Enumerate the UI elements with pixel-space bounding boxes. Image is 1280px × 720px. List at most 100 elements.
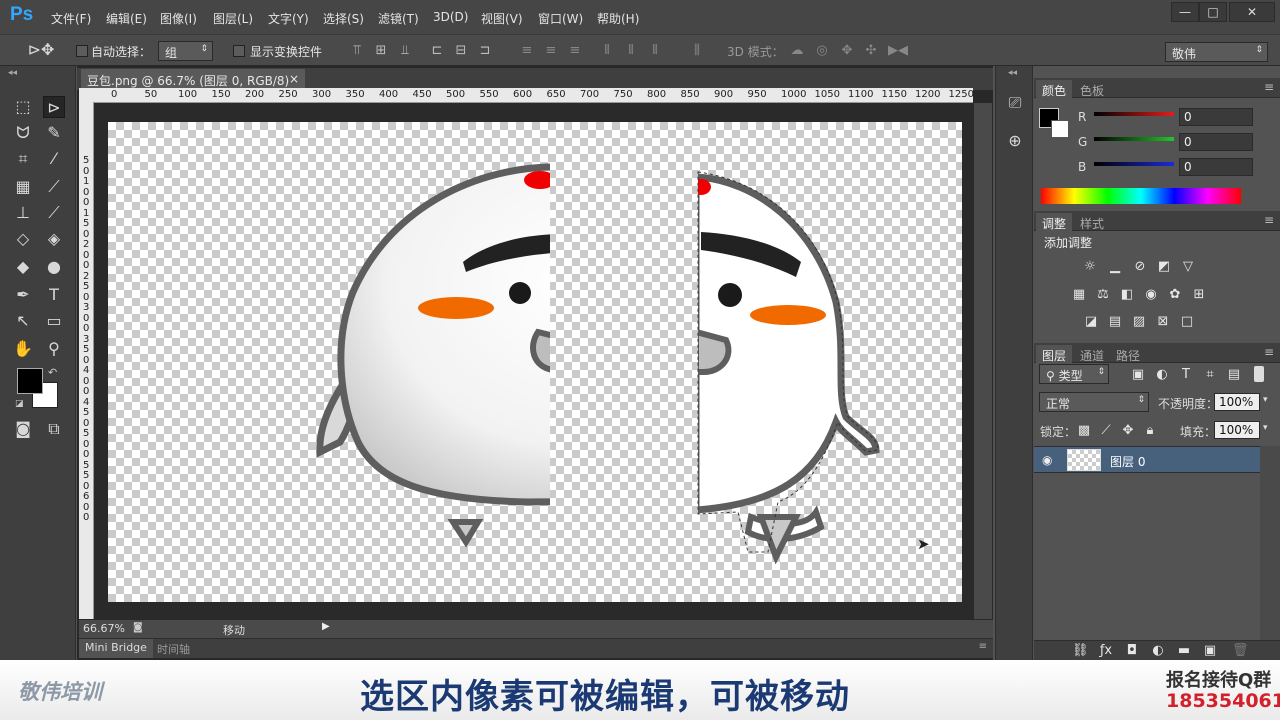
panel-menu-icon[interactable]: ≡ bbox=[1264, 80, 1274, 94]
tab-color[interactable]: 颜色 bbox=[1036, 80, 1073, 98]
layers-scrollbar[interactable] bbox=[1260, 446, 1280, 640]
menu-layer[interactable]: 图层(L) bbox=[213, 10, 253, 27]
brush-tool-icon[interactable]: ⟋ bbox=[43, 176, 65, 198]
fill-input[interactable]: 100% bbox=[1214, 421, 1260, 439]
filter-smart-icon[interactable]: ▤ bbox=[1226, 368, 1242, 382]
show-transform-checkbox[interactable] bbox=[233, 45, 245, 57]
close-tab-icon[interactable]: × bbox=[289, 72, 299, 86]
shape-tool-icon[interactable]: ▭ bbox=[43, 310, 65, 332]
menu-file[interactable]: 文件(F) bbox=[51, 10, 91, 27]
color-balance-icon[interactable]: ⚖ bbox=[1095, 288, 1111, 302]
add-mask-icon[interactable]: ◘ bbox=[1124, 644, 1140, 658]
menu-select[interactable]: 选择(S) bbox=[323, 10, 364, 27]
tab-timeline[interactable]: 时间轴 bbox=[157, 641, 190, 657]
type-tool-icon[interactable]: T bbox=[43, 284, 65, 306]
tab-swatches[interactable]: 色板 bbox=[1074, 80, 1110, 98]
align-hcenter-icon[interactable]: ⊟ bbox=[454, 44, 468, 58]
vertical-scrollbar[interactable] bbox=[974, 103, 992, 619]
invert-icon[interactable]: ◪ bbox=[1083, 315, 1099, 329]
panel-menu-icon[interactable]: ≡ bbox=[1264, 345, 1274, 359]
history-panel-icon[interactable]: ⎚ bbox=[1004, 92, 1026, 114]
lock-all-icon[interactable]: 🔒︎ bbox=[1142, 424, 1158, 438]
layer-name[interactable]: 图层 0 bbox=[1110, 453, 1145, 470]
zoom-tool-icon[interactable]: ⚲ bbox=[43, 338, 65, 360]
channel-mixer-icon[interactable]: ✿ bbox=[1167, 288, 1183, 302]
menu-3d[interactable]: 3D(D) bbox=[433, 10, 468, 24]
tab-layers[interactable]: 图层 bbox=[1036, 345, 1073, 363]
channel-g-slider[interactable] bbox=[1094, 137, 1174, 141]
levels-icon[interactable]: ▁ bbox=[1107, 260, 1123, 274]
photo-filter-icon[interactable]: ◉ bbox=[1143, 288, 1159, 302]
align-top-icon[interactable]: ⫪ bbox=[350, 44, 364, 58]
distribute-top-icon[interactable]: ≡ bbox=[520, 44, 534, 58]
channel-b-value[interactable]: 0 bbox=[1179, 158, 1253, 176]
visibility-eye-icon[interactable]: ◉ bbox=[1042, 453, 1052, 467]
path-select-icon[interactable]: ↖ bbox=[12, 310, 34, 332]
tab-channels[interactable]: 通道 bbox=[1074, 345, 1110, 363]
filter-type-icon[interactable]: T bbox=[1178, 368, 1194, 382]
zoom-level[interactable]: 66.67% bbox=[83, 622, 125, 635]
healing-brush-icon[interactable]: ▦ bbox=[12, 176, 34, 198]
menu-edit[interactable]: 编辑(E) bbox=[106, 10, 147, 27]
status-menu-arrow-icon[interactable]: ▶ bbox=[322, 621, 330, 632]
bg-color-chip[interactable] bbox=[1051, 120, 1069, 138]
fill-dropdown-icon[interactable]: ▾ bbox=[1263, 423, 1268, 433]
exposure-icon[interactable]: ◩ bbox=[1156, 260, 1172, 274]
status-info-icon[interactable]: ◙ bbox=[133, 622, 143, 633]
auto-align-icon[interactable]: ⫼ bbox=[690, 44, 704, 58]
new-group-icon[interactable]: ▬ bbox=[1176, 644, 1192, 658]
eraser-tool-icon[interactable]: ◇ bbox=[12, 228, 34, 250]
tab-mini-bridge[interactable]: Mini Bridge bbox=[79, 639, 153, 658]
rotate-3d-icon[interactable]: ☁ bbox=[790, 44, 804, 58]
threshold-icon[interactable]: ▨ bbox=[1131, 315, 1147, 329]
selective-color-icon[interactable]: □ bbox=[1179, 315, 1195, 329]
blur-tool-icon[interactable]: ◆ bbox=[12, 256, 34, 278]
collapse-icon[interactable]: ◂◂ bbox=[8, 68, 17, 78]
layer-row[interactable]: ◉ 图层 0 bbox=[1034, 446, 1260, 473]
posterize-icon[interactable]: ▤ bbox=[1107, 315, 1123, 329]
distribute-hcenter-icon[interactable]: ⦀ bbox=[624, 44, 638, 58]
link-layers-icon[interactable]: ⛓ bbox=[1072, 644, 1089, 658]
menu-view[interactable]: 视图(V) bbox=[481, 10, 523, 27]
screen-mode-icon[interactable]: ⧉ bbox=[43, 418, 65, 440]
expand-dock-icon[interactable]: ◂◂ bbox=[1008, 68, 1017, 78]
restore-button[interactable]: □ bbox=[1199, 2, 1227, 22]
new-adjustment-icon[interactable]: ◐ bbox=[1150, 644, 1166, 658]
filter-pixel-icon[interactable]: ▣ bbox=[1130, 368, 1146, 382]
dodge-tool-icon[interactable]: ● bbox=[43, 256, 65, 278]
channel-r-slider[interactable] bbox=[1094, 112, 1174, 116]
swap-colors-icon[interactable]: ↶ bbox=[48, 366, 57, 379]
drag-3d-icon[interactable]: ✥ bbox=[840, 44, 854, 58]
panel-menu-icon[interactable]: ≡ bbox=[979, 641, 987, 652]
tab-styles[interactable]: 样式 bbox=[1074, 213, 1110, 231]
opacity-dropdown-icon[interactable]: ▾ bbox=[1263, 395, 1268, 405]
move-tool-icon[interactable]: ⊳ bbox=[43, 96, 65, 118]
document-tab[interactable]: 豆包.png @ 66.7% (图层 0, RGB/8) * × bbox=[81, 69, 305, 103]
menu-image[interactable]: 图像(I) bbox=[160, 10, 197, 27]
workspace-dropdown[interactable]: 敬伟 ⇕ bbox=[1165, 42, 1268, 62]
filter-shape-icon[interactable]: ⌗ bbox=[1202, 368, 1218, 382]
curves-icon[interactable]: ⊘ bbox=[1132, 260, 1148, 274]
vibrance-icon[interactable]: ▽ bbox=[1180, 260, 1196, 274]
channel-b-slider[interactable] bbox=[1094, 162, 1174, 166]
foreground-color-swatch[interactable] bbox=[17, 368, 43, 394]
paint-bucket-icon[interactable]: ◈ bbox=[43, 228, 65, 250]
pen-tool-icon[interactable]: ✒ bbox=[12, 284, 34, 306]
fx-icon[interactable]: ƒx bbox=[1098, 644, 1114, 658]
channel-g-value[interactable]: 0 bbox=[1179, 133, 1253, 151]
filter-adjustment-icon[interactable]: ◐ bbox=[1154, 368, 1170, 382]
properties-panel-icon[interactable]: ⊕ bbox=[1004, 130, 1026, 152]
opacity-input[interactable]: 100% bbox=[1214, 393, 1260, 411]
align-left-icon[interactable]: ⊏ bbox=[430, 44, 444, 58]
eyedropper-tool-icon[interactable]: ⁄ bbox=[43, 148, 65, 170]
blend-mode-dropdown[interactable]: 正常 ⇕ bbox=[1039, 392, 1149, 412]
distribute-left-icon[interactable]: ⦀ bbox=[600, 44, 614, 58]
distribute-bottom-icon[interactable]: ≡ bbox=[568, 44, 582, 58]
align-vcenter-icon[interactable]: ⊞ bbox=[374, 44, 388, 58]
roll-3d-icon[interactable]: ◎ bbox=[815, 44, 829, 58]
minimize-button[interactable]: — bbox=[1171, 2, 1199, 22]
slide-3d-icon[interactable]: ✣ bbox=[864, 44, 878, 58]
document-canvas[interactable] bbox=[108, 122, 962, 602]
marquee-tool-icon[interactable]: ⬚ bbox=[12, 96, 34, 118]
color-spectrum-ramp[interactable] bbox=[1041, 188, 1241, 204]
